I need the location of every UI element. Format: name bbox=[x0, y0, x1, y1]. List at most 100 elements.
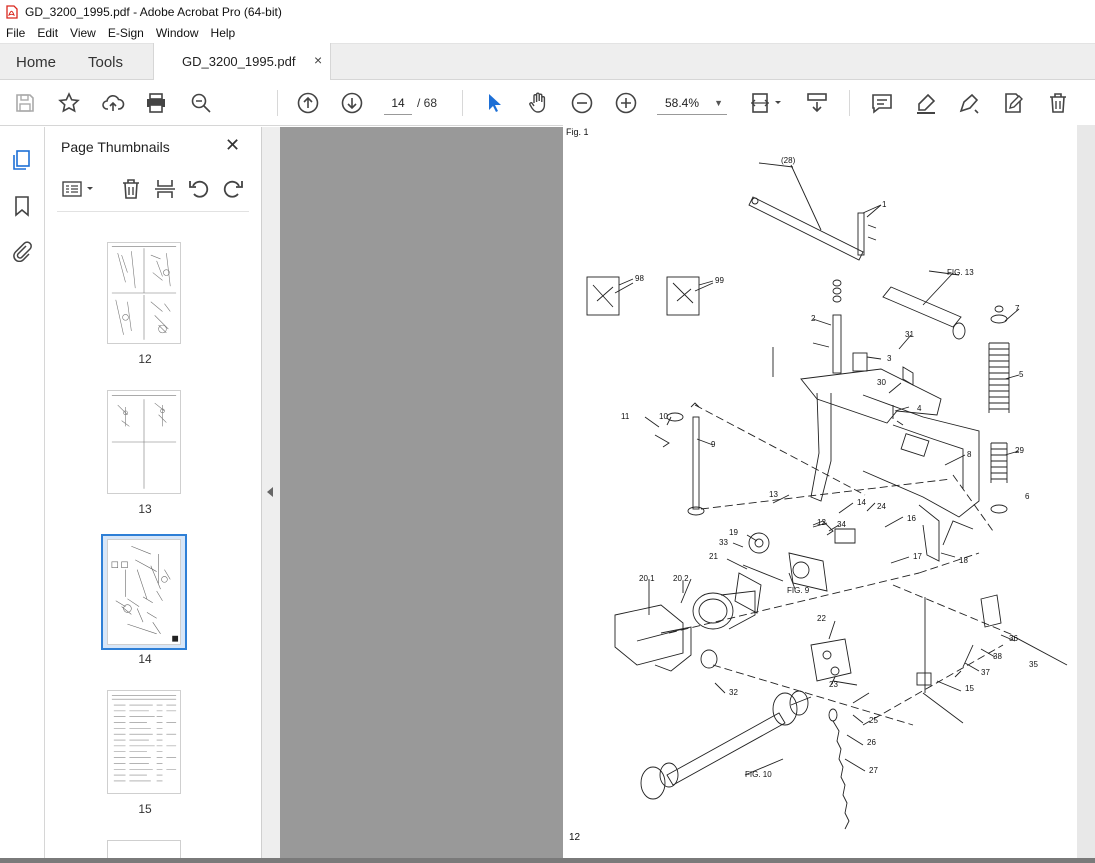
navigation-rail bbox=[0, 127, 45, 863]
chevron-down-icon: ▼ bbox=[714, 98, 723, 108]
pdf-page: Fig. 1 (28) 1 FIG. 13 98 99 7 2 31 3 30 … bbox=[563, 125, 1077, 863]
svg-text:19: 19 bbox=[729, 528, 738, 537]
status-strip bbox=[0, 858, 1095, 863]
svg-text:25: 25 bbox=[869, 716, 878, 725]
thumbnail-page-14[interactable] bbox=[107, 539, 181, 645]
thumbnail-options-icon[interactable] bbox=[61, 177, 95, 201]
attachments-paperclip-icon[interactable] bbox=[11, 240, 33, 263]
panel-title: Page Thumbnails bbox=[61, 139, 170, 155]
split-pages-icon[interactable] bbox=[153, 177, 177, 201]
svg-text:99: 99 bbox=[715, 276, 724, 285]
svg-text:12: 12 bbox=[817, 518, 826, 527]
upload-cloud-icon[interactable] bbox=[101, 91, 125, 115]
page-number-input[interactable]: 14 bbox=[384, 91, 412, 115]
menu-bar: File Edit View E-Sign Window Help bbox=[0, 23, 1095, 43]
menu-window[interactable]: Window bbox=[156, 26, 199, 40]
svg-text:22: 22 bbox=[817, 614, 826, 623]
thumbnail-page-13[interactable] bbox=[107, 390, 181, 494]
menu-edit[interactable]: Edit bbox=[37, 26, 58, 40]
svg-text:(28): (28) bbox=[781, 156, 796, 165]
page-footer-number: 12 bbox=[569, 832, 581, 843]
tab-tools[interactable]: Tools bbox=[88, 54, 123, 71]
previous-page-icon[interactable] bbox=[296, 91, 320, 115]
svg-text:FIG. 10: FIG. 10 bbox=[745, 770, 772, 779]
highlight-pen-icon[interactable] bbox=[914, 91, 938, 115]
rotate-clockwise-icon[interactable] bbox=[221, 177, 245, 201]
toolbar-separator bbox=[849, 90, 850, 116]
collapse-arrow-icon bbox=[267, 487, 273, 497]
thumbnail-label: 14 bbox=[138, 652, 152, 666]
svg-text:18: 18 bbox=[959, 556, 968, 565]
panel-collapse-handle[interactable] bbox=[262, 127, 280, 863]
svg-text:14: 14 bbox=[857, 498, 866, 507]
next-page-edge bbox=[1077, 125, 1095, 863]
svg-text:23: 23 bbox=[829, 680, 838, 689]
zoom-in-icon[interactable] bbox=[614, 91, 638, 115]
page-thumbnails-icon[interactable] bbox=[11, 149, 33, 171]
svg-text:6: 6 bbox=[1025, 492, 1030, 501]
bookmarks-icon[interactable] bbox=[11, 195, 33, 217]
menu-file[interactable]: File bbox=[6, 26, 25, 40]
svg-text:21: 21 bbox=[709, 552, 718, 561]
close-icon[interactable]: ✕ bbox=[225, 135, 240, 156]
save-icon[interactable] bbox=[13, 91, 37, 115]
delete-pages-icon[interactable] bbox=[119, 177, 143, 201]
svg-text:2: 2 bbox=[811, 314, 816, 323]
thumbnail-label: 15 bbox=[138, 802, 152, 816]
zoom-level-select[interactable]: 58.4% ▼ bbox=[657, 91, 727, 115]
title-bar: GD_3200_1995.pdf - Adobe Acrobat Pro (64… bbox=[0, 0, 1095, 23]
svg-text:37: 37 bbox=[981, 668, 990, 677]
thumbnail-page-12[interactable] bbox=[107, 242, 181, 344]
zoom-search-icon[interactable] bbox=[189, 91, 213, 115]
svg-text:16: 16 bbox=[907, 514, 916, 523]
scroll-mode-icon[interactable] bbox=[805, 91, 829, 115]
tab-close-icon[interactable]: × bbox=[314, 52, 322, 68]
svg-text:27: 27 bbox=[869, 766, 878, 775]
document-viewer[interactable]: Fig. 1 (28) 1 FIG. 13 98 99 7 2 31 3 30 … bbox=[280, 125, 1095, 863]
svg-text:24: 24 bbox=[877, 502, 886, 511]
svg-text:20.1: 20.1 bbox=[639, 574, 655, 583]
rotate-counterclockwise-icon[interactable] bbox=[187, 177, 211, 201]
draw-sign-icon[interactable] bbox=[957, 91, 981, 115]
tab-document-label: GD_3200_1995.pdf bbox=[182, 54, 296, 69]
svg-text:36: 36 bbox=[1009, 634, 1018, 643]
menu-view[interactable]: View bbox=[70, 26, 96, 40]
svg-text:34: 34 bbox=[837, 520, 846, 529]
svg-text:38: 38 bbox=[993, 652, 1002, 661]
svg-text:32: 32 bbox=[729, 688, 738, 697]
exploded-parts-diagram: (28) 1 FIG. 13 98 99 7 2 31 3 30 5 4 11 … bbox=[586, 156, 1068, 830]
svg-text:8: 8 bbox=[967, 450, 972, 459]
print-icon[interactable] bbox=[144, 91, 168, 115]
tab-home[interactable]: Home bbox=[16, 54, 56, 71]
select-cursor-icon[interactable] bbox=[482, 91, 506, 115]
svg-text:17: 17 bbox=[913, 552, 922, 561]
tab-document[interactable]: GD_3200_1995.pdf × bbox=[153, 43, 331, 80]
hand-tool-icon[interactable] bbox=[526, 91, 550, 115]
toolbar-separator bbox=[277, 90, 278, 116]
svg-text:9: 9 bbox=[711, 440, 716, 449]
page-fit-icon[interactable] bbox=[750, 91, 786, 115]
bookmark-star-icon[interactable] bbox=[57, 91, 81, 115]
svg-text:35: 35 bbox=[1029, 660, 1038, 669]
toolbar-separator bbox=[462, 90, 463, 116]
menu-esign[interactable]: E-Sign bbox=[108, 26, 144, 40]
zoom-out-icon[interactable] bbox=[570, 91, 594, 115]
thumbnail-label: 13 bbox=[138, 502, 152, 516]
menu-help[interactable]: Help bbox=[211, 26, 236, 40]
svg-text:4: 4 bbox=[917, 404, 922, 413]
svg-text:3: 3 bbox=[887, 354, 892, 363]
svg-text:26: 26 bbox=[867, 738, 876, 747]
thumbnail-page-15[interactable] bbox=[107, 690, 181, 794]
next-page-icon[interactable] bbox=[340, 91, 364, 115]
zoom-level-value: 58.4% bbox=[665, 96, 700, 110]
delete-trash-icon[interactable] bbox=[1046, 91, 1070, 115]
svg-text:7: 7 bbox=[1015, 304, 1020, 313]
thumbnail-label: 12 bbox=[138, 352, 152, 366]
comment-icon[interactable] bbox=[870, 91, 894, 115]
svg-text:10: 10 bbox=[659, 412, 668, 421]
toolbar: 14 / 68 58.4% ▼ bbox=[0, 80, 1095, 126]
acrobat-pdf-icon bbox=[6, 4, 18, 19]
svg-text:30: 30 bbox=[877, 378, 886, 387]
edit-pdf-icon[interactable] bbox=[1001, 91, 1025, 115]
panel-toolbar bbox=[57, 177, 252, 203]
